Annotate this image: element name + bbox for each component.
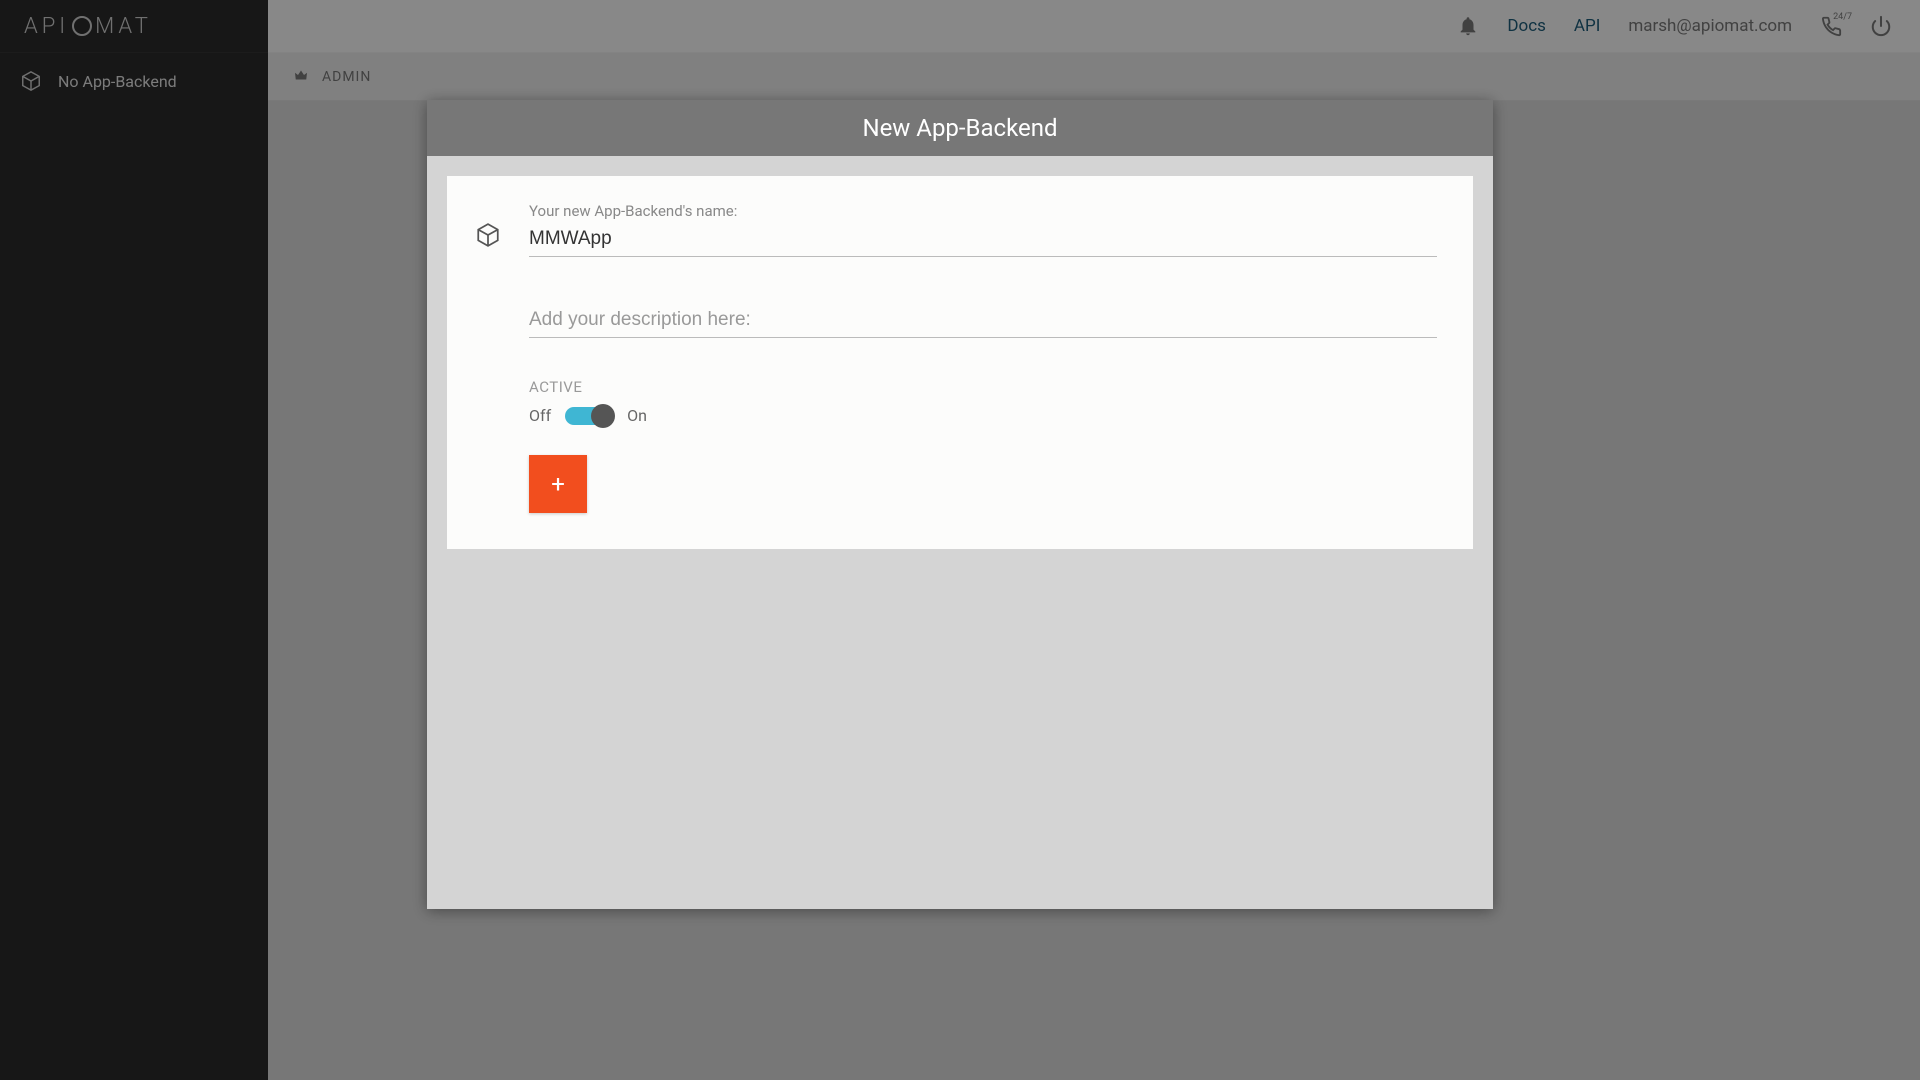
plus-icon: + [551,470,565,498]
backend-description-input[interactable] [529,305,1437,338]
modal-fields: Your new App-Backend's name: ACTIVE Off … [529,202,1437,513]
active-toggle-row: Off On [529,406,1437,425]
toggle-off-label: Off [529,406,551,425]
cube-icon [475,202,505,513]
modal-body-outer: Your new App-Backend's name: ACTIVE Off … [427,156,1493,569]
new-backend-modal: New App-Backend Your new App-Backend's n… [427,100,1493,909]
modal-title: New App-Backend [427,100,1493,156]
backend-name-input[interactable] [529,224,1437,257]
active-label: ACTIVE [529,378,1437,396]
toggle-on-label: On [627,406,647,425]
description-field-block [529,305,1437,338]
active-toggle[interactable] [565,407,613,425]
toggle-knob [591,404,615,428]
modal-body: Your new App-Backend's name: ACTIVE Off … [447,176,1473,549]
modal-footer-spacer [427,569,1493,909]
create-backend-button[interactable]: + [529,455,587,513]
active-section: ACTIVE Off On + [529,378,1437,513]
name-field-block: Your new App-Backend's name: [529,202,1437,257]
name-field-label: Your new App-Backend's name: [529,202,1437,220]
